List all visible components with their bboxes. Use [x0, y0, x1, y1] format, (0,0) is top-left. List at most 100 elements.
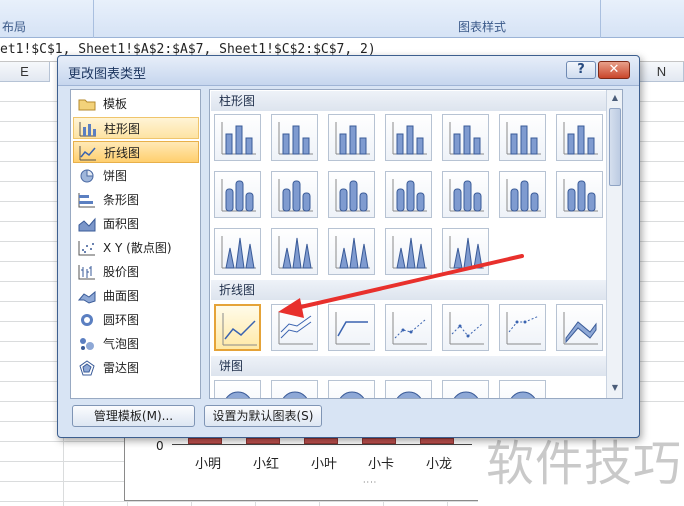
column-subtype-2-icon — [278, 122, 313, 155]
line-chart-icon — [79, 146, 96, 161]
pie-subtype-4[interactable] — [385, 380, 432, 398]
pie-subtype-2[interactable] — [271, 380, 318, 398]
chart-resize-handle[interactable]: ···· — [363, 478, 377, 487]
cylinder-subtype-4[interactable] — [385, 171, 432, 218]
surface-chart-icon — [78, 290, 96, 304]
column-subtype-6-icon — [506, 122, 541, 155]
chart-bar — [246, 438, 280, 444]
pie-subtype-5[interactable] — [442, 380, 489, 398]
column-subtype-4[interactable] — [385, 114, 432, 161]
cylinder-subtype-2[interactable] — [271, 171, 318, 218]
column-subtype-5[interactable] — [442, 114, 489, 161]
line-subtype-2[interactable] — [271, 304, 318, 351]
line-subtype-6[interactable] — [499, 304, 546, 351]
line-subtype-3[interactable] — [328, 304, 375, 351]
cone-subtype-4[interactable] — [385, 228, 432, 275]
chart-category-label: 小龙 — [426, 457, 453, 472]
column-header-n[interactable]: N — [640, 62, 684, 82]
category-item-bubble[interactable]: 气泡图 — [73, 333, 199, 355]
pie-subtype-5-icon — [453, 391, 479, 398]
category-item-surface[interactable]: 曲面图 — [73, 285, 199, 307]
chart-subtype-gallery: 柱形图 折线图 饼图 ▲ ▼ — [209, 89, 623, 399]
help-button[interactable]: ? — [566, 61, 596, 79]
set-default-chart-button[interactable]: 设置为默认图表(S) — [204, 405, 322, 427]
cone-subtype-5[interactable] — [442, 228, 489, 275]
cylinder-subtype-7[interactable] — [556, 171, 603, 218]
column-subtype-6[interactable] — [499, 114, 546, 161]
manage-templates-button[interactable]: 管理模板(M)... — [72, 405, 195, 427]
line-subtype-7[interactable] — [556, 304, 603, 351]
category-item-pie[interactable]: 饼图 — [73, 165, 199, 187]
change-chart-type-dialog: 更改图表类型 ? ✕ 模板 柱形图 折线图 饼图 条形图 面积图 X Y (散点… — [57, 55, 640, 438]
chart-category-label: 小叶 — [311, 457, 338, 472]
scrollbar-thumb[interactable] — [609, 108, 621, 186]
cone-subtype-4-icon — [392, 236, 427, 269]
pie-subtype-1[interactable] — [214, 380, 261, 398]
close-button[interactable]: ✕ — [598, 61, 630, 79]
cone-subtype-1[interactable] — [214, 228, 261, 275]
ribbon-separator — [600, 0, 601, 38]
stock-chart-icon — [78, 265, 95, 280]
cylinder-subtype-3[interactable] — [328, 171, 375, 218]
line-subtype-2-icon — [278, 312, 313, 345]
line-subtype-1-icon — [222, 313, 257, 346]
category-item-area[interactable]: 面积图 — [73, 213, 199, 235]
pie-subtype-3[interactable] — [328, 380, 375, 398]
dialog-title: 更改图表类型 — [68, 67, 147, 82]
pie-subtype-2-icon — [282, 391, 308, 398]
category-label: X Y (散点图) — [103, 241, 172, 255]
chart-bar — [304, 438, 338, 444]
chart-y-tick-zero: 0 — [156, 439, 164, 453]
column-subtype-7[interactable] — [556, 114, 603, 161]
pie-subtype-6[interactable] — [499, 380, 546, 398]
cylinder-subtype-6[interactable] — [499, 171, 546, 218]
cone-subtype-2[interactable] — [271, 228, 318, 275]
category-item-stock[interactable]: 股价图 — [73, 261, 199, 283]
category-label: 模板 — [103, 97, 128, 111]
category-item-line[interactable]: 折线图 — [73, 141, 199, 163]
line-subtype-4[interactable] — [385, 304, 432, 351]
scroll-up-arrow-icon[interactable]: ▲ — [609, 92, 621, 104]
scatter-chart-icon — [78, 241, 95, 256]
gallery-scrollbar[interactable]: ▲ ▼ — [606, 90, 622, 398]
cylinder-subtype-1-icon — [221, 179, 256, 212]
category-item-doughnut[interactable]: 圆环图 — [73, 309, 199, 331]
column-header-e[interactable]: E — [0, 62, 50, 82]
bar-chart-icon — [78, 193, 95, 208]
category-label: 面积图 — [103, 217, 140, 231]
cylinder-subtype-1[interactable] — [214, 171, 261, 218]
column-subtype-1-icon — [221, 122, 256, 155]
category-item-scatter[interactable]: X Y (散点图) — [73, 237, 199, 259]
chart-bar — [188, 438, 222, 444]
category-item-column[interactable]: 柱形图 — [73, 117, 199, 139]
column-subtype-3-icon — [335, 122, 370, 155]
column-subtype-2[interactable] — [271, 114, 318, 161]
chart-category-label: 小卡 — [368, 457, 395, 472]
section-header-line: 折线图 — [211, 280, 606, 300]
radar-chart-icon — [79, 360, 95, 376]
line-subtype-5-icon — [449, 312, 484, 345]
category-label: 饼图 — [103, 169, 128, 183]
category-item-bar[interactable]: 条形图 — [73, 189, 199, 211]
ribbon: 布局 图表样式 — [0, 0, 684, 38]
chart-category-list: 模板 柱形图 折线图 饼图 条形图 面积图 X Y (散点图) 股价图 曲面图 … — [70, 89, 201, 399]
line-subtype-1[interactable] — [214, 304, 261, 351]
cylinder-subtype-3-icon — [335, 179, 370, 212]
line-subtype-7-icon — [563, 312, 598, 345]
category-item-templates[interactable]: 模板 — [73, 93, 199, 115]
cone-subtype-3[interactable] — [328, 228, 375, 275]
column-subtype-3[interactable] — [328, 114, 375, 161]
chart-x-axis — [172, 444, 472, 445]
scroll-down-arrow-icon[interactable]: ▼ — [609, 382, 621, 394]
pie-chart-icon — [80, 169, 94, 183]
category-item-radar[interactable]: 雷达图 — [73, 357, 199, 379]
column-subtype-1[interactable] — [214, 114, 261, 161]
line-subtype-6-icon — [506, 312, 541, 345]
column-subtype-5-icon — [449, 122, 484, 155]
line-subtype-5[interactable] — [442, 304, 489, 351]
cone-subtype-1-icon — [221, 236, 256, 269]
category-label: 圆环图 — [103, 313, 140, 327]
chart-category-label: 小明 — [195, 457, 222, 472]
cylinder-subtype-5[interactable] — [442, 171, 489, 218]
dialog-titlebar[interactable]: 更改图表类型 ? ✕ — [58, 56, 639, 86]
